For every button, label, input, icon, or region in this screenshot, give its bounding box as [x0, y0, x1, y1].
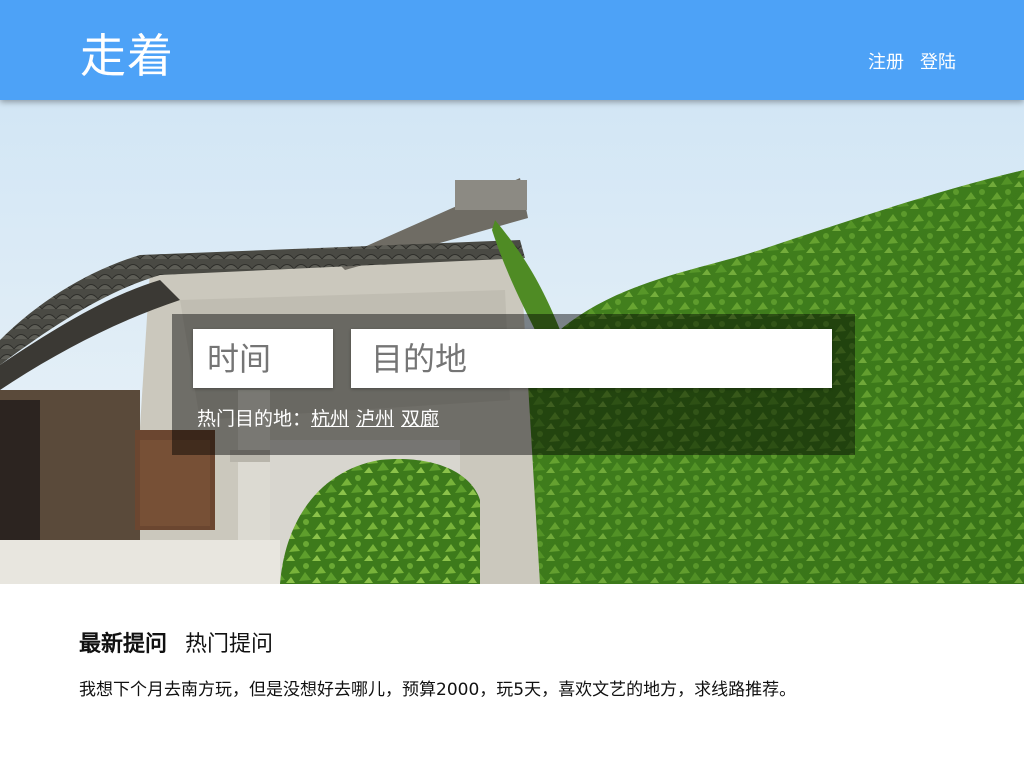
- login-link[interactable]: 登陆: [920, 48, 956, 74]
- header-nav: 注册 登陆: [868, 48, 956, 74]
- hot-destinations: 热门目的地： 杭州 泸州 双廊: [197, 404, 446, 431]
- hero-banner: 热门目的地： 杭州 泸州 双廊: [0, 100, 1024, 584]
- hot-destination-link[interactable]: 双廊: [401, 404, 439, 431]
- hot-destination-link[interactable]: 泸州: [356, 404, 394, 431]
- register-link[interactable]: 注册: [868, 48, 904, 74]
- question-tabs: 最新提问 热门提问: [79, 626, 273, 658]
- question-item[interactable]: 我想下个月去南方玩，但是没想好去哪儿，预算2000，玩5天，喜欢文艺的地方，求线…: [79, 675, 796, 700]
- search-panel: 热门目的地： 杭州 泸州 双廊: [172, 314, 855, 455]
- site-logo[interactable]: 走着: [80, 28, 174, 84]
- top-header: 走着 注册 登陆: [0, 0, 1024, 100]
- tab-latest-questions[interactable]: 最新提问: [79, 626, 167, 658]
- hot-destinations-label: 热门目的地：: [197, 408, 312, 430]
- hot-destination-link[interactable]: 杭州: [311, 404, 349, 431]
- destination-input[interactable]: [351, 329, 832, 388]
- time-input[interactable]: [193, 329, 333, 388]
- tab-hot-questions[interactable]: 热门提问: [185, 626, 273, 658]
